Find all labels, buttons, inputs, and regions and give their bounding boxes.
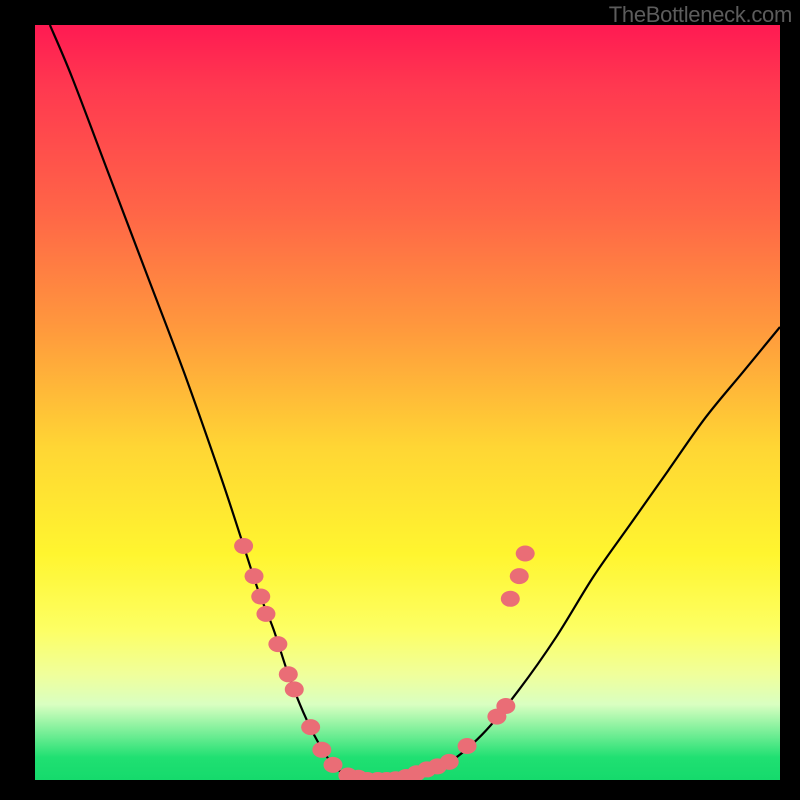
bottleneck-curve-svg — [35, 25, 780, 780]
bottleneck-curve-path — [50, 25, 780, 780]
data-marker — [458, 738, 477, 754]
data-marker — [496, 698, 515, 714]
data-marker — [516, 546, 535, 562]
data-marker — [279, 666, 298, 682]
data-marker — [301, 719, 320, 735]
data-marker — [501, 591, 520, 607]
data-marker — [312, 742, 331, 758]
data-marker — [285, 681, 304, 697]
data-marker — [234, 538, 253, 554]
data-marker — [324, 757, 343, 773]
data-marker — [268, 636, 287, 652]
data-marker — [440, 754, 459, 770]
data-marker — [510, 568, 529, 584]
plot-area — [35, 25, 780, 780]
chart-frame: TheBottleneck.com — [0, 0, 800, 800]
data-marker — [251, 589, 270, 605]
watermark-text: TheBottleneck.com — [609, 2, 792, 28]
marker-group — [234, 538, 535, 780]
data-marker — [256, 606, 275, 622]
data-marker — [245, 568, 264, 584]
